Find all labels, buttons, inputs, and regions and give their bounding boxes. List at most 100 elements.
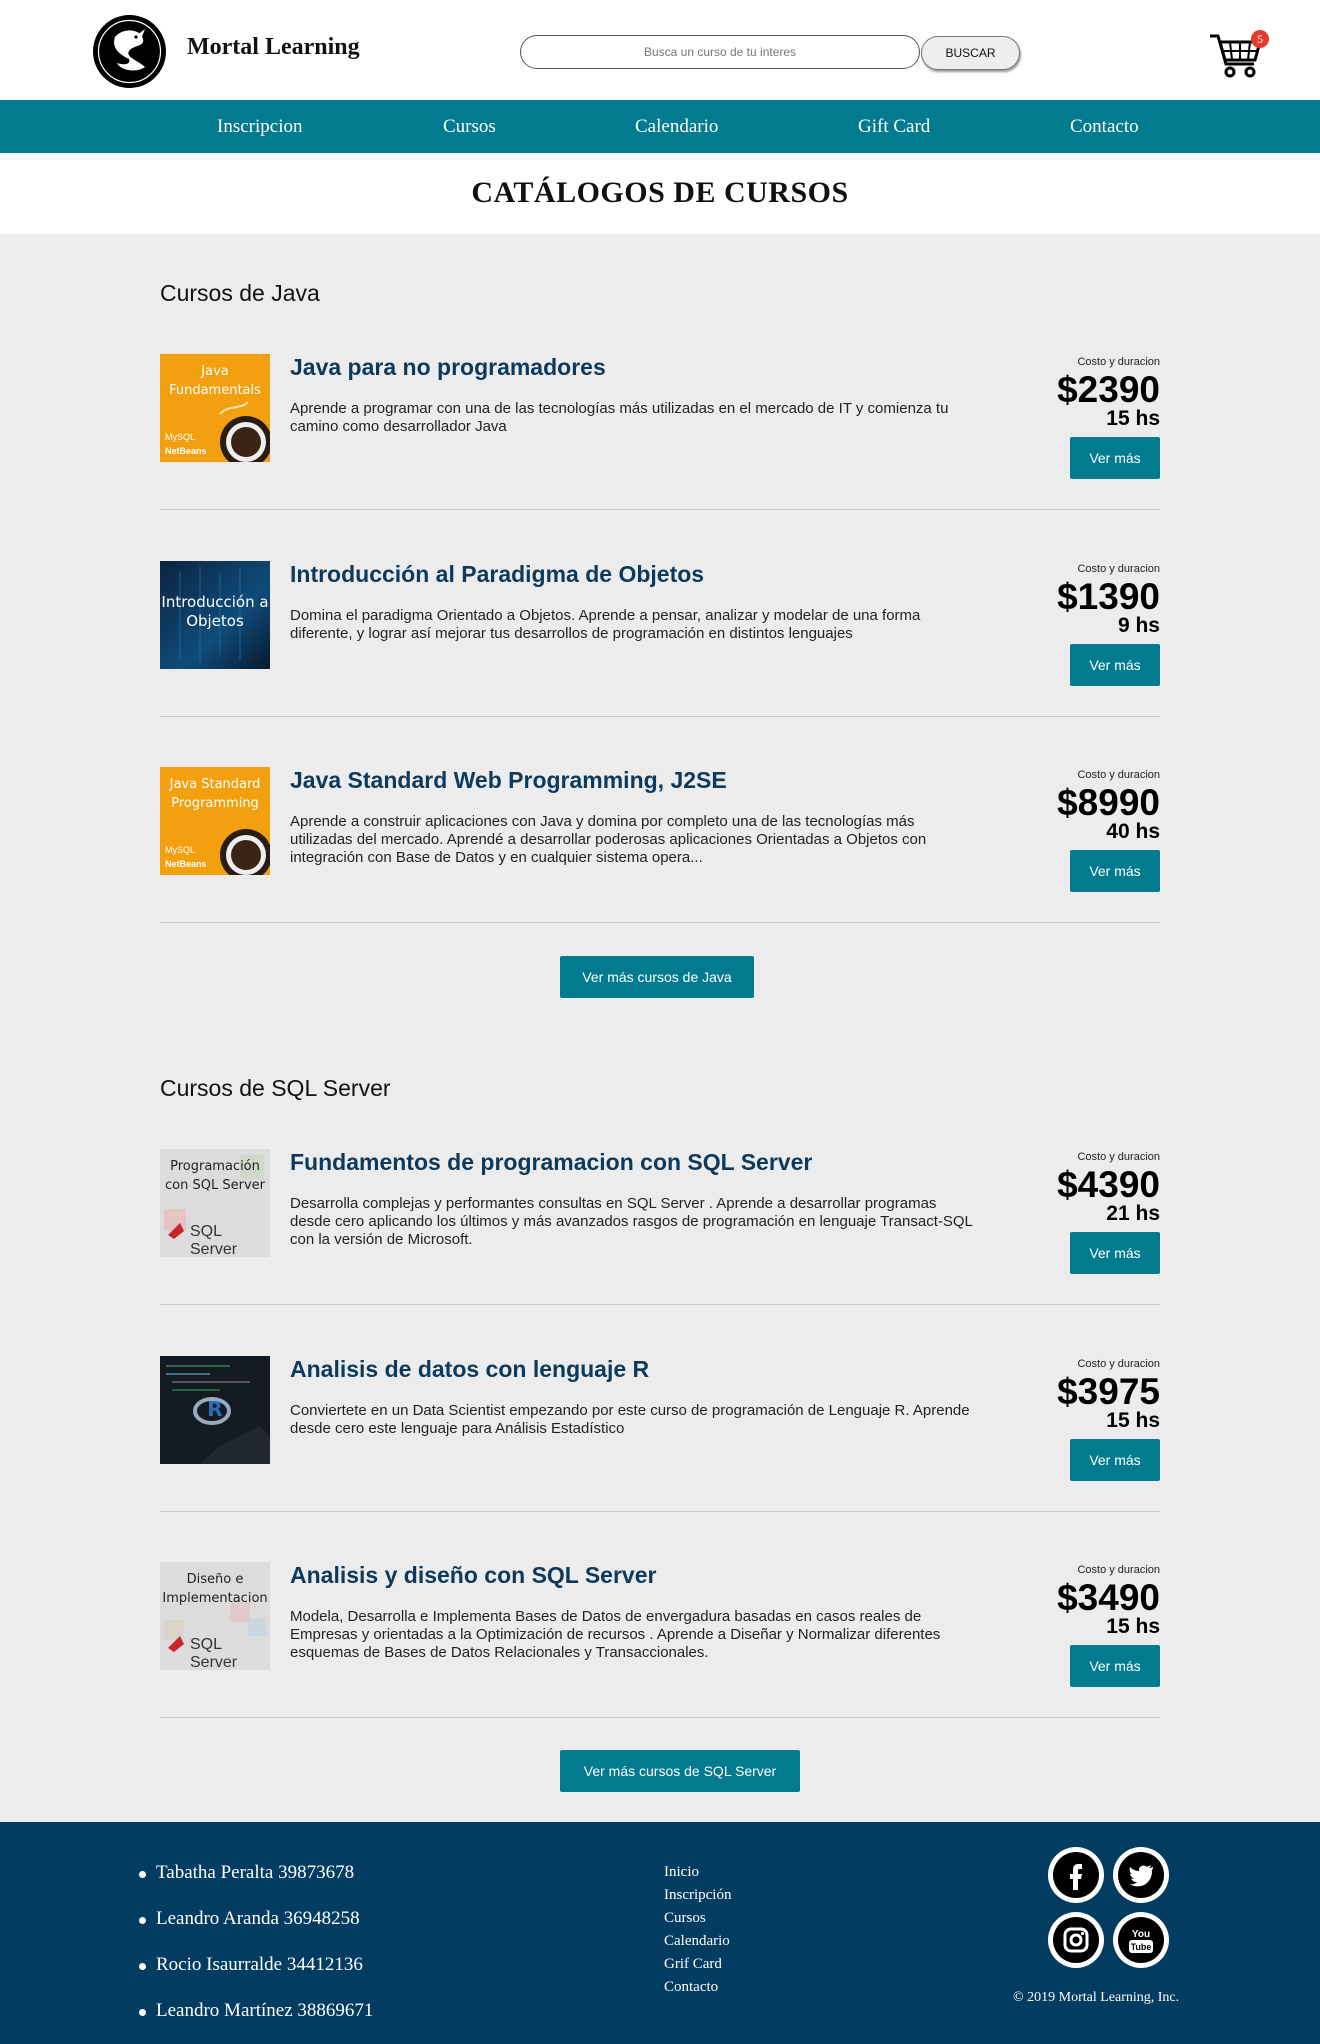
ver-mas-button[interactable]: Ver más [1070,850,1160,892]
divider [160,1717,1160,1718]
cart-count-badge: 5 [1251,30,1269,48]
nav-item-inscripcion[interactable]: Inscripcion [217,116,302,138]
title-bar: CATÁLOGOS DE CURSOS [0,153,1320,234]
price-label: Costo y duracion [1077,356,1160,368]
course-duration: 9 hs [1117,614,1160,637]
course-thumbnail[interactable]: Programación con SQL Server SQL Server [160,1149,270,1257]
footer-link-contacto[interactable]: Contacto [664,1979,718,1996]
course-card: Programación con SQL Server SQL Server F… [160,1149,1160,1309]
search-input[interactable] [520,35,920,69]
list-bullet [139,1871,146,1878]
course-description: Aprende a programar con una de las tecno… [290,400,949,435]
course-title[interactable]: Java para no programadores [290,354,606,381]
course-title[interactable]: Introducción al Paradigma de Objetos [290,561,704,588]
price-label: Costo y duracion [1077,769,1160,781]
course-title[interactable]: Fundamentos de programacion con SQL Serv… [290,1149,812,1176]
instagram-icon[interactable] [1048,1912,1104,1968]
nav-item-calendario[interactable]: Calendario [635,116,718,138]
youtube-icon[interactable]: You Tube [1113,1912,1169,1968]
copyright-text: © 2019 Mortal Learning, Inc. [1013,1990,1180,2005]
list-bullet [139,2009,146,2016]
price-label: Costo y duracion [1077,1358,1160,1370]
facebook-icon[interactable] [1048,1847,1104,1903]
footer-link-inicio[interactable]: Inicio [664,1864,699,1881]
twitter-icon[interactable] [1113,1847,1169,1903]
course-card: Introducción a Objetos Introducción al P… [160,561,1160,721]
course-price: $4390 [1057,1164,1160,1205]
price-label: Costo y duracion [1077,563,1160,575]
netbeans-logo-text: NetBeans [165,859,207,869]
svg-text:Tube: Tube [1131,1942,1152,1952]
price-label: Costo y duracion [1077,1151,1160,1163]
course-price: $3490 [1057,1577,1160,1618]
course-card: Diseño e Implementacion SQL Server Anali… [160,1562,1160,1722]
ver-mas-button[interactable]: Ver más [1070,644,1160,686]
course-card: R Analisis de datos con lenguaje R Convi… [160,1356,1160,1516]
main-nav: Inscripcion Cursos Calendario Gift Card … [0,100,1320,153]
course-price: $1390 [1057,576,1160,617]
nav-item-contacto[interactable]: Contacto [1070,116,1139,138]
section-title-java: Cursos de Java [160,280,320,306]
divider [160,1511,1160,1512]
price-label: Costo y duracion [1077,1564,1160,1576]
course-thumbnail[interactable]: Java Standard Programming MySQL NetBeans [160,767,270,875]
course-duration: 21 hs [1106,1202,1160,1225]
course-thumbnail[interactable]: R [160,1356,270,1464]
section-title-sql-server: Cursos de SQL Server [160,1075,391,1101]
team-member: Rocio Isaurralde 34412136 [156,1954,363,1975]
course-thumbnail[interactable]: Diseño e Implementacion SQL Server [160,1562,270,1670]
ver-mas-button[interactable]: Ver más [1070,437,1160,479]
more-sql-server-courses-button[interactable]: Ver más cursos de SQL Server [560,1750,800,1792]
course-thumbnail[interactable]: Java Fundamentals MySQL NetBeans [160,354,270,462]
course-duration: 15 hs [1106,1615,1160,1638]
course-description: Conviertete en un Data Scientist empezan… [290,1402,970,1437]
team-member: Tabatha Peralta 39873678 [156,1862,355,1883]
course-duration: 15 hs [1106,407,1160,430]
course-thumbnail[interactable]: Introducción a Objetos [160,561,270,669]
more-java-courses-button[interactable]: Ver más cursos de Java [560,956,754,998]
course-title[interactable]: Java Standard Web Programming, J2SE [290,767,727,794]
svg-text:You: You [1132,1929,1150,1940]
course-card: Java Standard Programming MySQL NetBeans… [160,767,1160,927]
course-description: Domina el paradigma Orientado a Objetos.… [290,607,921,642]
nav-item-gift-card[interactable]: Gift Card [858,116,930,138]
course-title[interactable]: Analisis de datos con lenguaje R [290,1356,649,1383]
course-duration: 15 hs [1106,1409,1160,1432]
course-price: $3975 [1057,1371,1160,1412]
divider [160,1304,1160,1305]
divider [160,922,1160,923]
sql-server-logo-text: SQL Server [190,1636,238,1670]
list-bullet [139,1963,146,1970]
netbeans-logo-text: NetBeans [165,446,207,456]
search-button[interactable]: BUSCAR [921,36,1020,70]
brand-name[interactable]: Mortal Learning [187,34,360,61]
course-description: Desarrolla complejas y performantes cons… [290,1195,973,1248]
course-price: $8990 [1057,782,1160,823]
team-member: Leandro Martínez 38869671 [156,2000,374,2021]
thumbnail-label: Programación con SQL Server [165,1159,265,1193]
footer-link-calendario[interactable]: Calendario [664,1933,730,1950]
ver-mas-button[interactable]: Ver más [1070,1232,1160,1274]
list-bullet [139,1917,146,1924]
top-header: Mortal Learning BUSCAR 5 [0,0,1320,100]
footer-link-cursos[interactable]: Cursos [664,1910,706,1927]
footer-link-grif-card[interactable]: Grif Card [664,1956,722,1973]
course-description: Aprende a construir aplicaciones con Jav… [290,813,927,866]
nav-item-cursos[interactable]: Cursos [443,116,496,138]
ver-mas-button[interactable]: Ver más [1070,1439,1160,1481]
course-duration: 40 hs [1106,820,1160,843]
mysql-logo-text: MySQL [165,432,196,442]
divider [160,716,1160,717]
thumbnail-label: R [207,1397,223,1421]
thumbnail-label: Introducción a Objetos [161,593,269,630]
divider [160,509,1160,510]
course-card: Java Fundamentals MySQL NetBeans Java pa… [160,354,1160,514]
ver-mas-button[interactable]: Ver más [1070,1645,1160,1687]
dragon-logo-icon[interactable] [93,15,166,88]
footer-link-inscripcion[interactable]: Inscripción [664,1887,731,1904]
sql-server-logo-text: SQL Server [190,1223,238,1257]
thumbnail-label: Diseño e Implementacion [162,1572,268,1606]
course-title[interactable]: Analisis y diseño con SQL Server [290,1562,656,1589]
team-member: Leandro Aranda 36948258 [156,1908,360,1929]
site-footer: Tabatha Peralta 39873678 Leandro Aranda … [0,1822,1320,2044]
